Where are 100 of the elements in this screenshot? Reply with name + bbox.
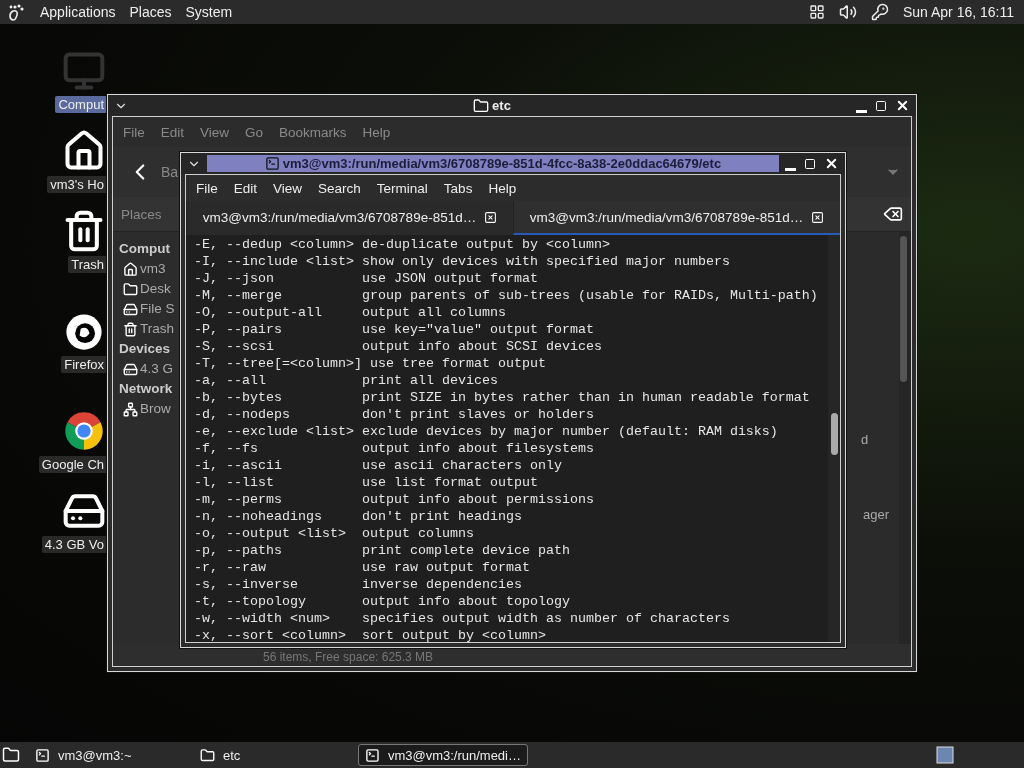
menu-item[interactable]: File — [196, 180, 218, 196]
folder-icon — [123, 281, 138, 297]
window-title: etc — [492, 98, 511, 113]
sidebar-item[interactable]: Brow — [140, 400, 171, 418]
desktop-icon-label[interactable]: Google Ch — [38, 456, 107, 473]
desktop-icon-label[interactable]: Trash — [68, 256, 107, 273]
key-icon[interactable] — [870, 3, 889, 21]
terminal-line: -P, --pairs use key="value" output format — [194, 321, 595, 338]
desktop-icon-label[interactable]: Comput — [55, 96, 107, 113]
trash-icon — [123, 321, 138, 337]
folder-icon — [200, 747, 215, 763]
sidebar-item[interactable]: Trash — [140, 320, 174, 338]
terminal-line: -I, --include <list> show only devices with specified major numbers — [194, 253, 731, 270]
clear-icon[interactable] — [883, 204, 903, 224]
close-icon — [824, 156, 839, 171]
taskbar-button[interactable]: etc — [193, 744, 358, 766]
sidebar-item[interactable]: vm3 — [140, 260, 166, 278]
terminal-line: -a, --all print all devices — [194, 372, 499, 389]
menu-item[interactable]: Help — [362, 124, 391, 140]
menu-item[interactable]: File — [123, 124, 145, 140]
menu-item[interactable]: View — [273, 180, 303, 196]
scrollbar-thumb[interactable] — [830, 413, 838, 455]
volume-icon[interactable] — [838, 3, 857, 21]
grid-icon[interactable] — [808, 4, 825, 20]
panel-menu[interactable]: Applications — [40, 4, 116, 20]
sidebar-heading: Comput — [119, 240, 170, 258]
terminal-line: -J, --json use JSON output format — [194, 270, 539, 287]
sidebar-item[interactable]: Desk — [140, 280, 171, 298]
window-title: vm3@vm3:/run/media/vm3/6708789e-851d-4fcc-8a38-2e0ddac64679/etc — [282, 156, 722, 171]
taskbar-button[interactable]: vm3@vm3:~ — [28, 744, 193, 766]
close-button[interactable] — [824, 156, 839, 171]
maximize-icon — [804, 157, 816, 170]
terminal-line: -M, --merge group parents of sub-trees (usable for RAIDs, Multi-path) — [194, 287, 819, 304]
menu-item[interactable]: Edit — [160, 124, 185, 140]
terminal-line: -s, --inverse inverse dependencies — [194, 576, 523, 593]
desktop-icon-label[interactable]: vm3's Ho — [47, 176, 107, 193]
back-button[interactable]: Ba — [123, 155, 183, 189]
close-tab-icon[interactable] — [484, 210, 498, 224]
status-text: 56 items, Free space: 625.3 MB — [263, 650, 434, 664]
maximize-icon — [875, 99, 887, 112]
terminal-line: -b, --bytes print SIZE in bytes rather than in human readable format — [194, 389, 811, 406]
terminal-line: -f, --fs output info about filesystems — [194, 440, 595, 457]
maximize-button[interactable] — [804, 157, 816, 170]
panel-menu[interactable]: System — [185, 4, 233, 20]
terminal-line: -x, --sort <column> sort output by <column> — [194, 627, 547, 642]
desktop-icon-label[interactable]: 4.3 GB Vo — [41, 536, 107, 553]
terminal-icon — [264, 156, 280, 171]
menu-item[interactable]: Go — [245, 124, 264, 140]
terminal-line: -t, --topology output info about topology — [194, 593, 571, 610]
network-icon — [123, 401, 138, 417]
terminal-line: -n, --noheadings don't print headings — [194, 508, 523, 525]
drive-icon — [123, 301, 138, 317]
minimize-icon — [785, 167, 796, 171]
scrollbar[interactable] — [828, 235, 840, 642]
menu-item[interactable]: Help — [488, 180, 517, 196]
maximize-button[interactable] — [875, 99, 887, 112]
sidebar-item[interactable]: File S — [140, 300, 175, 318]
menu-item[interactable]: Bookmarks — [279, 124, 347, 140]
foot-icon[interactable] — [6, 2, 26, 22]
house-icon — [123, 261, 138, 277]
close-tab-icon[interactable] — [811, 210, 825, 224]
sidebar-item[interactable]: 4.3 G — [140, 360, 174, 378]
sidebar-heading: Devices — [119, 340, 171, 358]
terminal-line: -S, --scsi output info about SCSI devices — [194, 338, 603, 355]
close-icon — [895, 98, 910, 113]
terminal-line: -o, --output <list> output columns — [194, 525, 475, 542]
file-label[interactable]: ager — [863, 507, 890, 522]
panel-menu[interactable]: Places — [129, 4, 172, 20]
terminal-line: -d, --nodeps don't print slaves or holders — [194, 406, 595, 423]
menu-item[interactable]: Search — [318, 180, 361, 196]
terminal-line: -w, --width <num> specifies output width as number of characters — [194, 610, 731, 627]
menu-item[interactable]: Terminal — [376, 180, 428, 196]
menu-item[interactable]: View — [200, 124, 230, 140]
close-button[interactable] — [895, 98, 910, 113]
terminal-icon — [365, 747, 380, 763]
minimize-icon — [856, 109, 867, 113]
taskbar-button[interactable]: vm3@vm3:/run/medi… — [358, 744, 528, 766]
terminal-line: -T, --tree[=<column>] use tree format output — [194, 355, 547, 372]
folder-icon — [473, 97, 490, 114]
show-desktop-icon[interactable] — [2, 746, 20, 764]
terminal-line: -O, --output-all output all columns — [194, 304, 507, 321]
scrollbar[interactable] — [899, 232, 911, 644]
terminal-line: -E, --dedup <column> de-duplicate output by <column> — [194, 236, 611, 253]
terminal-tab[interactable]: vm3@vm3:/run/media/vm3/6708789e-851d… — [513, 201, 840, 235]
terminal-line: -i, --ascii use ascii characters only — [194, 457, 563, 474]
terminal-line: -m, --perms output info about permissions — [194, 491, 595, 508]
drive-icon — [123, 361, 138, 377]
clock[interactable]: Sun Apr 16, 16:11 — [902, 4, 1014, 20]
menu-item[interactable]: Edit — [233, 180, 258, 196]
file-label[interactable]: d — [861, 432, 869, 447]
terminal-line: -r, --raw use raw output format — [194, 559, 531, 576]
desktop-icon-label[interactable]: Firefox — [61, 356, 107, 373]
menu-item[interactable]: Tabs — [443, 180, 473, 196]
terminal-line: -l, --list use list format output — [194, 474, 539, 491]
terminal-icon — [35, 747, 50, 763]
terminal-line: -p, --paths print complete device path — [194, 542, 571, 559]
terminal-line: -e, --exclude <list> exclude devices by major number (default: RAM disks) — [194, 423, 779, 440]
scrollbar-thumb[interactable] — [900, 236, 907, 382]
monitor-icon — [61, 49, 106, 93]
sidebar-heading: Network — [119, 380, 173, 398]
